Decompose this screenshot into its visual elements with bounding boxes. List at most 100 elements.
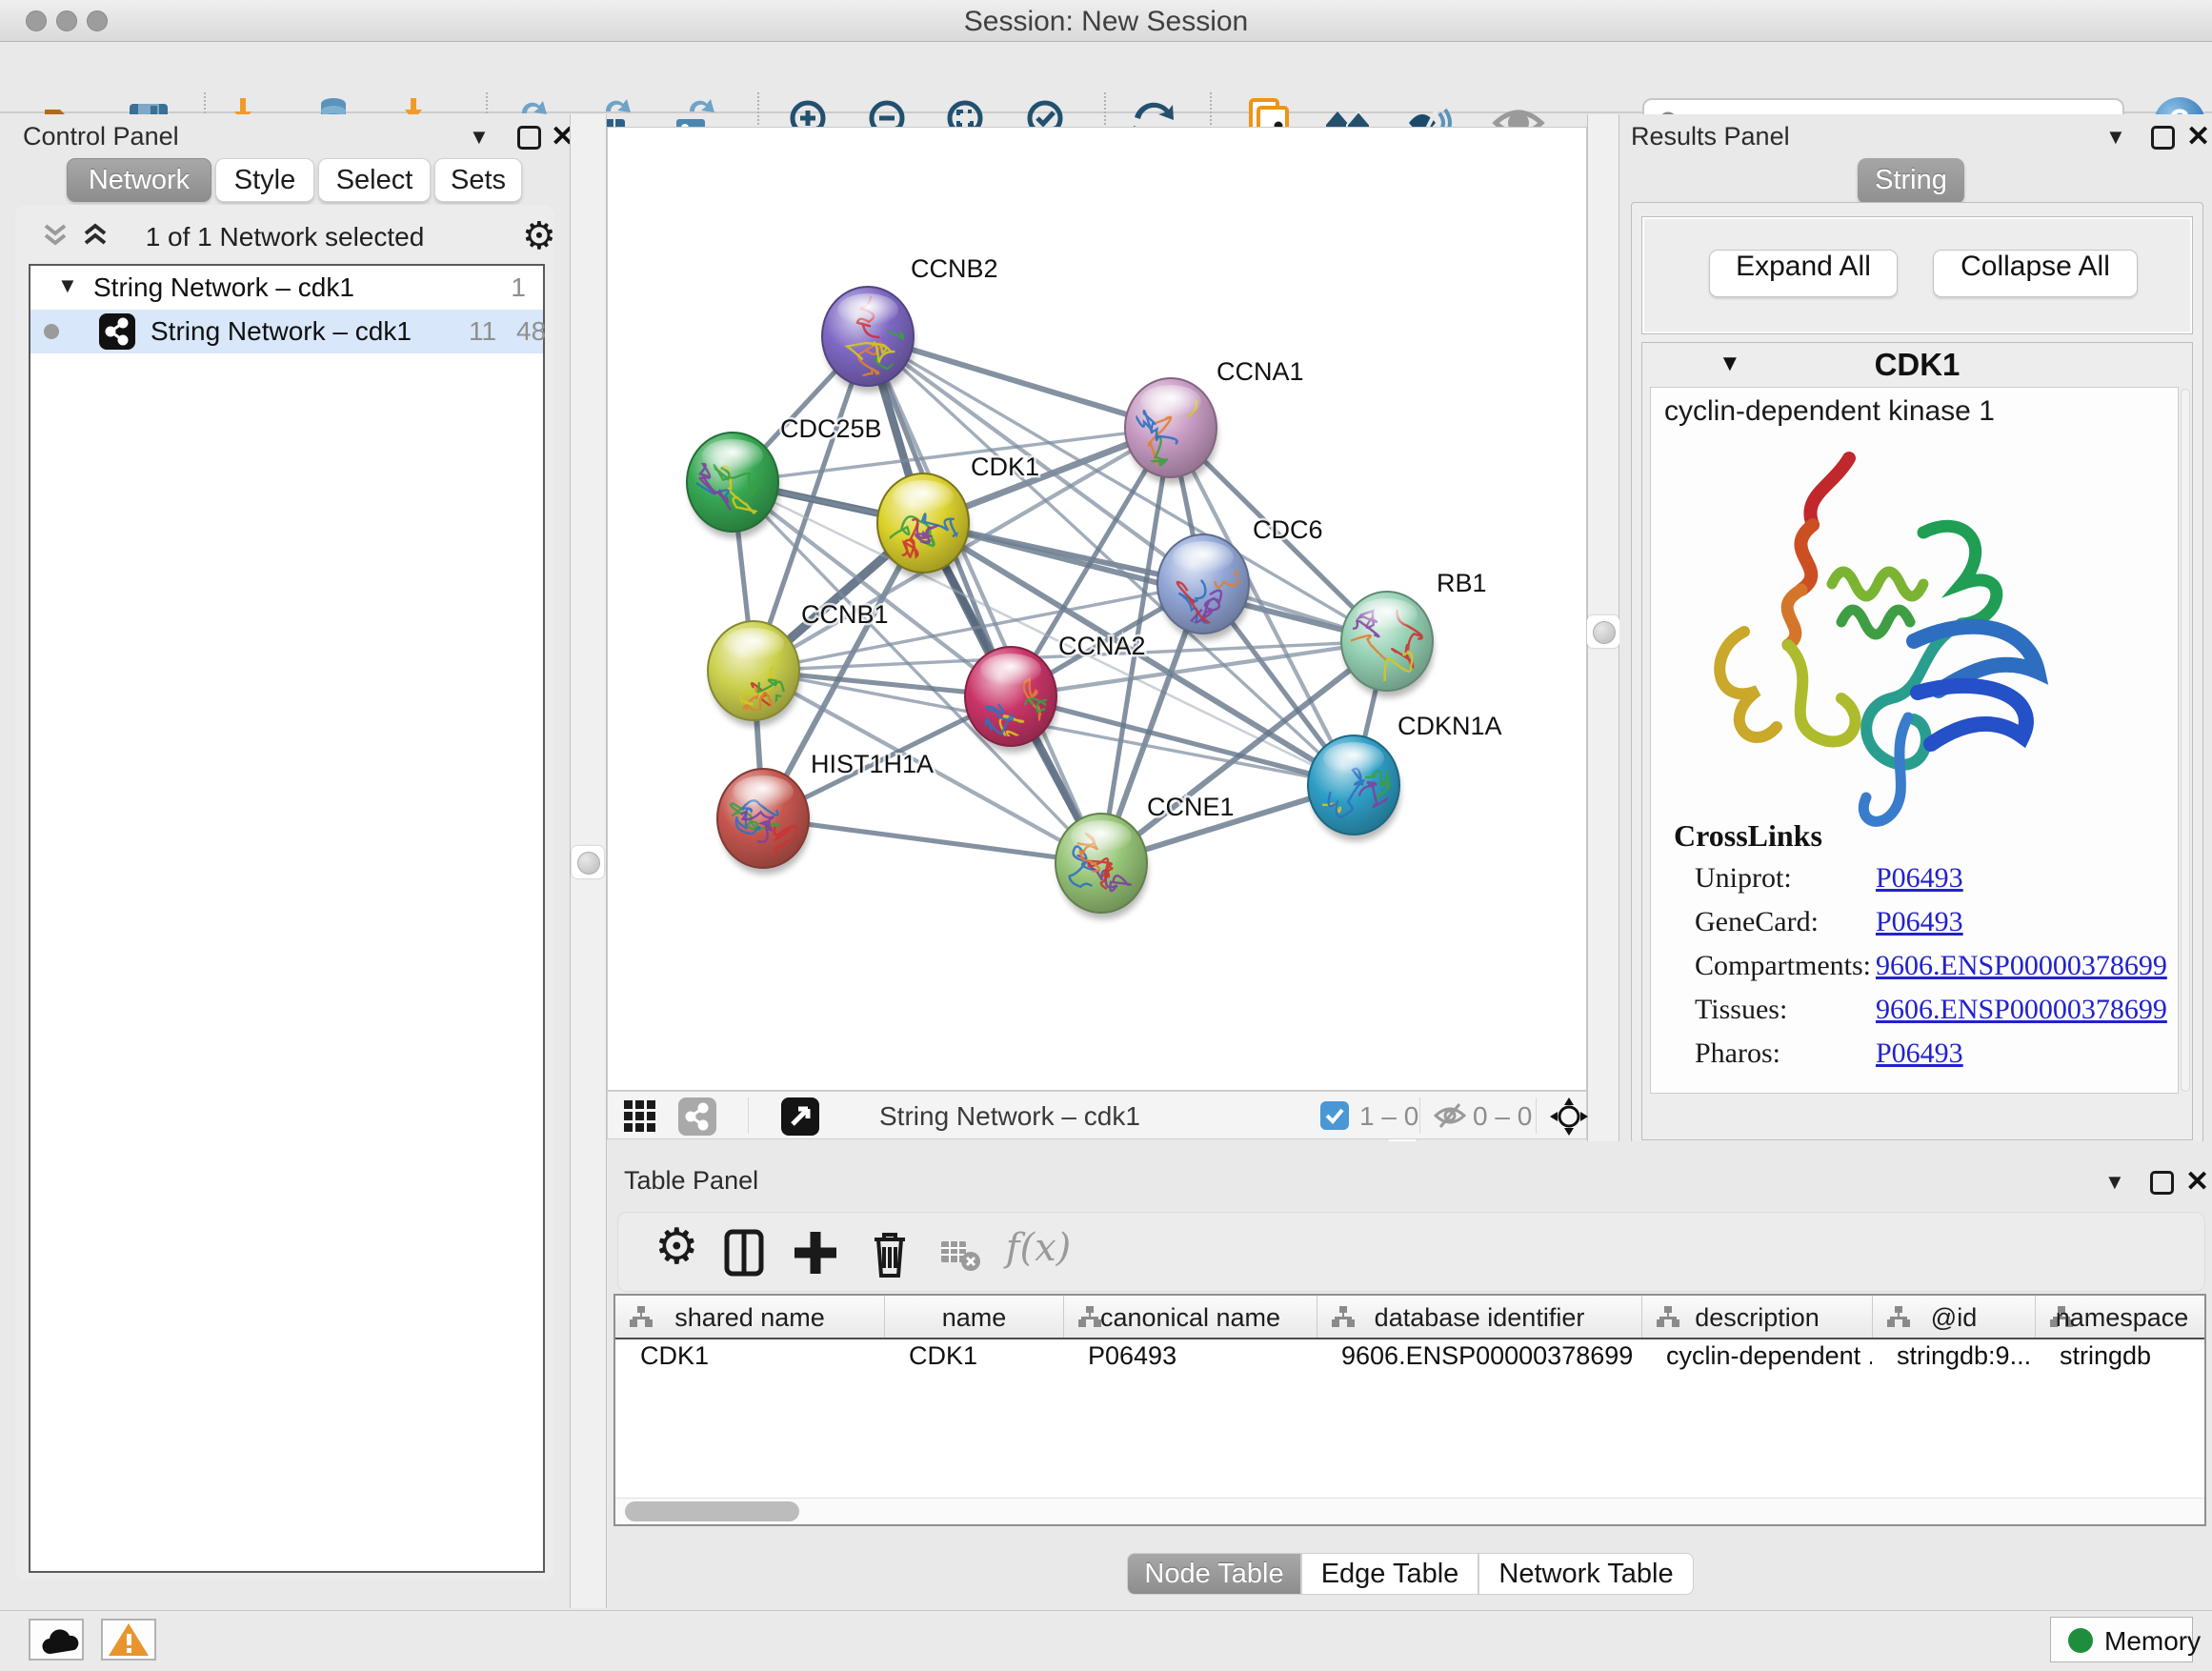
table-cell[interactable]: cyclin-dependent ... [1641,1341,1872,1383]
float-panel-icon[interactable]: ▼ [469,125,490,150]
delete-column-icon[interactable] [863,1226,916,1279]
network-label: String Network – cdk1 [151,316,412,347]
node-label-HIST1H1A: HIST1H1A [811,750,934,778]
memory-button[interactable]: Memory [2050,1617,2193,1662]
collection-expand-icon[interactable]: ▼ [57,273,78,298]
tab-string[interactable]: String [1858,158,1964,204]
float-panel-icon[interactable]: ▼ [2105,125,2126,150]
hidden-eye-icon[interactable] [1433,1100,1467,1136]
application-window: Session: New Session [0,0,2212,1671]
crosslink-link[interactable]: P06493 [1876,862,1963,895]
column-header-canonical-name[interactable]: canonical name [1063,1296,1317,1338]
edge-HIST1H1A-CCNE1[interactable] [763,818,1101,863]
table-cell[interactable]: stringdb [2035,1341,2208,1383]
crosshair-icon[interactable] [1549,1097,1589,1141]
crosslink-row: Tissues:9606.ENSP00000378699 [1695,994,2171,1037]
table-panel-title: Table Panel [624,1166,758,1196]
control-panel: Control Panel ▼ ✕ NetworkStyleSelectSets… [0,114,570,1608]
crosslink-row: Uniprot:P06493 [1695,862,2171,906]
table-cell[interactable]: CDK1 [884,1341,1063,1383]
node-CDK1[interactable]: CDK1 [877,453,1039,579]
network-tree: ▼ String Network – cdk1 1 String Network… [29,264,545,1573]
tab-sets[interactable]: Sets [434,158,522,202]
control-tabs: NetworkStyleSelectSets [0,158,570,204]
table-cell[interactable]: stringdb:9... [1872,1341,2035,1383]
results-scrollbar[interactable] [2181,389,2190,1092]
tab-network[interactable]: Network [67,158,211,202]
edge-count: 48 [516,316,546,347]
node-label-CDC25B: CDC25B [780,414,882,443]
tab-select[interactable]: Select [318,158,431,202]
maximize-panel-icon[interactable] [517,126,541,150]
crosslink-link[interactable]: 9606.ENSP00000378699 [1876,994,2167,1026]
node-label-CDKN1A: CDKN1A [1398,712,1502,740]
grid-view-icon[interactable] [623,1099,657,1138]
table-options-gear-icon[interactable]: ⚙ [654,1218,699,1276]
left-splitter-handle[interactable] [572,846,604,878]
crosslink-row: Pharos: P06493 [1695,1037,2171,1081]
column-header-@id[interactable]: @id [1872,1296,2035,1338]
add-column-icon[interactable] [789,1226,842,1279]
network-collection-row[interactable]: ▼ String Network – cdk1 1 [30,266,543,310]
float-panel-icon[interactable]: ▼ [2104,1170,2125,1195]
table-horizontal-scrollbar[interactable] [615,1498,2204,1524]
crosslink-link[interactable]: P06493 [1876,906,1963,938]
network-options-gear-icon[interactable]: ⚙ [522,214,556,258]
node-CCNE1[interactable]: CCNE1 [1056,793,1235,919]
close-panel-icon[interactable]: ✕ [2185,1170,2209,1194]
expand-all-button[interactable]: Expand All [1709,250,1898,297]
node-CCNB2[interactable]: CCNB2 [822,254,998,393]
crosslink-row: GeneCard:P06493 [1695,906,2171,950]
node-label-CDK1: CDK1 [971,453,1039,481]
network-canvas[interactable]: CCNB2 CCNA1 CDC25B CDK1 CDC6 RB1 CCNB1 CCNA2 CDK… [607,127,1587,1091]
table-cell[interactable]: P06493 [1063,1341,1317,1383]
tab-edge-table[interactable]: Edge Table [1301,1553,1478,1595]
crosslink-link[interactable]: 9606.ENSP00000378699 [1876,950,2167,982]
column-header-database-identifier[interactable]: database identifier [1317,1296,1641,1338]
column-header-namespace[interactable]: namespace [2035,1296,2208,1338]
column-header-description[interactable]: description [1641,1296,1872,1338]
crosslink-label: Compartments: [1695,950,1871,981]
right-splitter-handle[interactable] [1587,615,1619,648]
maximize-panel-icon[interactable] [2151,126,2175,150]
main-toolbar: ? [0,43,2212,113]
node-label-RB1: RB1 [1437,569,1487,597]
network-view-title: String Network – cdk1 [879,1101,1140,1132]
crosslink-label: Pharos: [1695,1037,1780,1069]
network-badge-icon[interactable] [678,1097,716,1136]
node-HIST1H1A[interactable]: HIST1H1A [717,750,934,875]
string-results-card: Expand All Collapse All ▼ CDK1 cyclin-de… [1631,202,2203,1143]
maximize-panel-icon[interactable] [2150,1171,2174,1195]
node-CDKN1A[interactable]: CDKN1A [1293,712,1502,862]
node-CCNB1[interactable]: CCNB1 [708,600,889,727]
selected-count: 1 – 0 [1359,1101,1418,1132]
collection-label: String Network – cdk1 [93,272,354,303]
node-CCNA1[interactable]: CCNA1 [1125,357,1304,504]
cloud-button[interactable] [29,1619,84,1661]
tab-node-table[interactable]: Node Table [1127,1553,1301,1595]
scrollbar-thumb[interactable] [625,1501,799,1521]
tab-style[interactable]: Style [215,158,314,202]
network-row-selected[interactable]: String Network – cdk1 11 48 [30,310,543,353]
node-count: 11 [469,316,496,347]
node-label-CCNB2: CCNB2 [911,254,998,283]
column-header-name[interactable]: name [884,1296,1063,1338]
crosslink-link[interactable]: P06493 [1876,1037,1963,1070]
selected-checkbox-icon[interactable] [1320,1101,1349,1130]
warnings-button[interactable] [101,1619,156,1661]
collapse-all-button[interactable]: Collapse All [1933,250,2138,297]
table-cell[interactable]: 9606.ENSP00000378699 [1317,1341,1641,1383]
function-builder-icon[interactable]: f(x) [1006,1226,1072,1270]
hidden-count: 0 – 0 [1473,1101,1532,1132]
node-CDC6[interactable]: CDC6 [1157,515,1323,645]
table-cell[interactable]: CDK1 [615,1341,884,1383]
node-label-CCNA2: CCNA2 [1058,632,1146,660]
column-header-shared-name[interactable]: shared name [615,1296,884,1338]
open-in-new-window-icon[interactable] [781,1097,819,1136]
close-panel-icon[interactable]: ✕ [2186,125,2210,149]
network-graph[interactable]: CCNB2 CCNA1 CDC25B CDK1 CDC6 RB1 CCNB1 CCNA2 CDK… [608,128,1586,1090]
node-table: shared namenamecanonical namedatabase id… [613,1294,2206,1526]
tab-network-table[interactable]: Network Table [1478,1553,1694,1595]
delete-table-icon[interactable] [939,1234,981,1276]
show-columns-icon[interactable] [717,1226,771,1279]
